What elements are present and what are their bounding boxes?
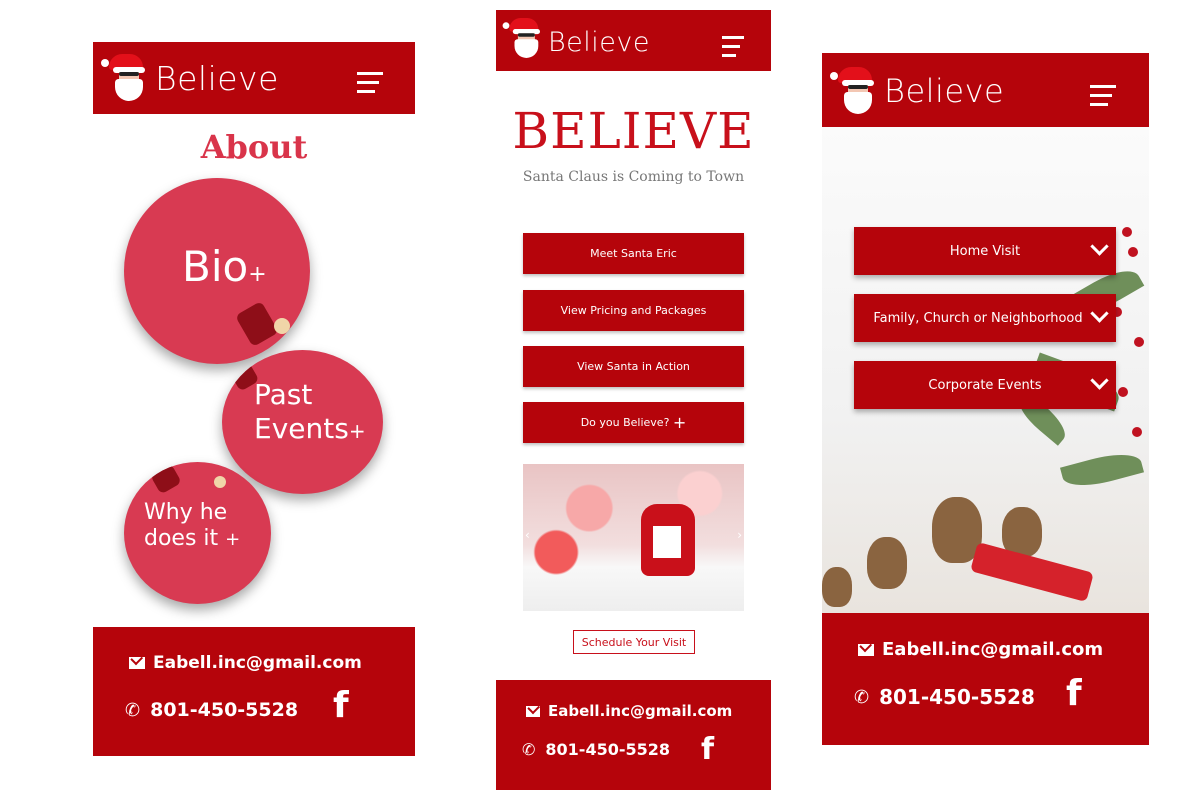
ornament-decoration [235, 300, 279, 348]
ornament-decoration [214, 476, 226, 488]
hamburger-menu-icon[interactable] [357, 72, 383, 99]
corporate-events-dropdown[interactable]: Corporate Events [854, 361, 1116, 409]
phone-icon: ✆ [522, 740, 536, 759]
logo[interactable]: Believe [830, 67, 1005, 115]
family-church-dropdown[interactable]: Family, Church or Neighborhood [854, 294, 1116, 342]
logo[interactable]: Believe [502, 18, 650, 66]
why-label-line1: Why he [144, 500, 228, 525]
phone-link[interactable]: 801-450-5528 [150, 699, 298, 721]
logo-text: Believe [884, 72, 1005, 110]
santa-logo-icon [502, 18, 545, 59]
footer: Eabell.inc@gmail.com ✆ 801-450-5528 f [93, 627, 415, 756]
why-label-line2: does it [144, 526, 219, 552]
phone-row[interactable]: ✆ 801-450-5528 [125, 699, 298, 721]
screen-services: Believe Home Visit Family, Church or Nei… [822, 53, 1149, 745]
schedule-visit-button[interactable]: Schedule Your Visit [573, 630, 695, 654]
view-santa-action-button[interactable]: View Santa in Action [523, 346, 744, 387]
why-he-does-it-circle-button[interactable]: Why he does it + [124, 462, 271, 604]
plus-icon: + [225, 529, 241, 551]
phone-icon: ✆ [125, 699, 141, 721]
home-visit-label: Home Visit [949, 243, 1021, 259]
facebook-icon[interactable]: f [1066, 673, 1082, 714]
plus-icon: + [672, 413, 687, 432]
gift-bag-image [641, 504, 695, 576]
bio-circle-button[interactable]: Bio+ [124, 178, 310, 364]
do-you-believe-button[interactable]: Do you Believe? + [523, 402, 744, 443]
ornament-decoration [274, 318, 290, 334]
mail-icon [526, 705, 540, 717]
chevron-down-icon [1090, 371, 1109, 390]
footer: Eabell.inc@gmail.com ✆ 801-450-5528 f [496, 680, 771, 790]
facebook-icon[interactable]: f [333, 685, 349, 726]
santa-logo-icon [101, 54, 151, 102]
phone-row[interactable]: ✆ 801-450-5528 [854, 685, 1035, 709]
footer: Eabell.inc@gmail.com ✆ 801-450-5528 f [822, 613, 1149, 745]
mail-icon [129, 657, 145, 669]
past-events-label-line2: Events [254, 411, 349, 445]
phone-link[interactable]: 801-450-5528 [879, 685, 1035, 709]
email-link[interactable]: Eabell.inc@gmail.com [882, 639, 1103, 660]
screen-about: Believe About Bio+ Past Events+ Why he d… [93, 42, 415, 756]
meet-santa-button[interactable]: Meet Santa Eric [523, 233, 744, 274]
phone-row[interactable]: ✆ 801-450-5528 [522, 740, 670, 759]
past-events-label-line1: Past [254, 378, 313, 411]
carousel-prev-arrow[interactable]: ‹ [525, 528, 530, 542]
logo-text: Believe [155, 58, 279, 98]
do-you-believe-label: Do you Believe? [580, 416, 670, 429]
facebook-icon[interactable]: f [701, 732, 714, 767]
corporate-events-label: Corporate Events [928, 377, 1042, 393]
hamburger-menu-icon[interactable] [722, 36, 744, 63]
email-row[interactable]: Eabell.inc@gmail.com [526, 702, 732, 720]
ornament-decoration [150, 463, 182, 495]
email-row[interactable]: Eabell.inc@gmail.com [129, 653, 362, 673]
hamburger-menu-icon[interactable] [1090, 85, 1116, 112]
mail-icon [858, 643, 874, 656]
hero-subtitle: Santa Claus is Coming to Town [522, 169, 745, 185]
past-events-circle-button[interactable]: Past Events+ [222, 350, 383, 494]
hero-title: BELIEVE [512, 102, 755, 160]
phone-icon: ✆ [854, 686, 870, 708]
screen-home: Believe BELIEVE Santa Claus is Coming to… [496, 10, 771, 790]
bio-label: Bio [182, 242, 249, 291]
plus-icon: + [248, 262, 267, 287]
page-title: About [200, 128, 308, 166]
santa-logo-icon [830, 67, 880, 115]
chevron-down-icon [1090, 237, 1109, 256]
logo[interactable]: Believe [101, 54, 279, 102]
header: Believe [496, 10, 771, 71]
email-link[interactable]: Eabell.inc@gmail.com [548, 702, 732, 720]
carousel-next-arrow[interactable]: › [737, 528, 742, 542]
carousel-image[interactable]: ‹ › [523, 464, 744, 611]
home-visit-dropdown[interactable]: Home Visit [854, 227, 1116, 275]
header: Believe [93, 42, 415, 114]
plus-icon: + [348, 418, 366, 443]
email-row[interactable]: Eabell.inc@gmail.com [858, 639, 1103, 660]
header: Believe [822, 53, 1149, 127]
email-link[interactable]: Eabell.inc@gmail.com [153, 653, 362, 673]
family-church-label: Family, Church or Neighborhood [873, 310, 1083, 326]
phone-link[interactable]: 801-450-5528 [545, 740, 670, 759]
logo-text: Believe [548, 26, 650, 58]
view-pricing-button[interactable]: View Pricing and Packages [523, 290, 744, 331]
